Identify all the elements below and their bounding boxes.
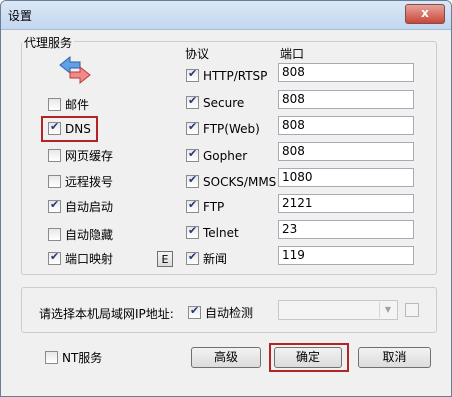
port-secure-field[interactable]: 808: [278, 90, 414, 109]
protocol-secure-checkbox[interactable]: Secure: [186, 94, 244, 111]
remote-dial-label: 远程拨号: [65, 175, 114, 189]
chevron-down-icon: ▼: [379, 302, 396, 318]
protocol-gopher-box: [186, 147, 199, 162]
port-header: 端口: [280, 47, 305, 61]
protocol-ftpweb-label: FTP(Web): [203, 121, 260, 136]
protocol-http-checkbox[interactable]: HTTP/RTSP: [186, 67, 267, 84]
auto-start-label: 自动启动: [65, 200, 114, 214]
dns-highlight: [41, 116, 98, 142]
auto-hide-box: [48, 228, 61, 241]
auto-detect-checkbox[interactable]: 自动检测: [188, 304, 253, 321]
auto-hide-label: 自动隐藏: [65, 228, 114, 242]
protocol-secure-box: [186, 94, 199, 109]
protocol-telnet-label: Telnet: [203, 225, 239, 240]
protocol-telnet-box: [186, 224, 199, 239]
remote-dial-box: [48, 175, 61, 188]
protocol-http-box: [186, 67, 199, 82]
mail-box: [48, 98, 61, 111]
auto-detect-box: [188, 304, 201, 319]
port-gopher-field[interactable]: 808: [278, 142, 414, 161]
protocol-news-checkbox[interactable]: 新闻: [186, 250, 227, 267]
mail-checkbox[interactable]: 邮件: [48, 96, 89, 113]
lan-ip-label: 请选择本机局域网IP地址:: [39, 307, 174, 321]
protocol-socks-label: SOCKS/MMS: [203, 174, 277, 189]
web-cache-box: [48, 149, 61, 162]
protocol-ftpweb-checkbox[interactable]: FTP(Web): [186, 120, 260, 137]
port-ftpweb-field[interactable]: 808: [278, 116, 414, 135]
web-cache-checkbox[interactable]: 网页缓存: [48, 147, 113, 164]
protocol-gopher-checkbox[interactable]: Gopher: [186, 147, 247, 164]
nt-service-label: NT服务: [62, 351, 103, 365]
network-arrows-icon: [59, 55, 91, 85]
protocol-http-label: HTTP/RTSP: [203, 68, 268, 83]
ok-button[interactable]: 确定: [274, 347, 342, 368]
protocol-ftp-box: [186, 198, 199, 213]
cancel-button[interactable]: 取消: [358, 347, 431, 368]
lan-ip-extra-checkbox[interactable]: [405, 303, 419, 317]
port-news-field[interactable]: 119: [278, 246, 414, 265]
protocol-ftp-label: FTP: [203, 199, 225, 214]
port-mapping-edit-button[interactable]: E: [157, 251, 173, 267]
settings-dialog: 设置 x 代理服务 邮件 DNS 网页缓存 远程拨号 自动启动 自动隐藏 端口映…: [0, 0, 452, 397]
close-icon: x: [421, 6, 429, 20]
close-button[interactable]: x: [405, 4, 445, 24]
protocol-news-box: [186, 250, 199, 265]
protocol-ftpweb-box: [186, 120, 199, 135]
auto-hide-checkbox[interactable]: 自动隐藏: [48, 226, 113, 243]
protocol-gopher-label: Gopher: [203, 148, 248, 163]
title-bar: 设置 x: [1, 1, 451, 30]
port-socks-field[interactable]: 1080: [278, 168, 414, 187]
auto-start-checkbox[interactable]: 自动启动: [48, 198, 113, 215]
protocol-ftp-checkbox[interactable]: FTP: [186, 198, 224, 215]
web-cache-label: 网页缓存: [65, 149, 114, 163]
nt-service-box: [45, 351, 58, 364]
auto-detect-label: 自动检测: [205, 306, 254, 320]
port-mapping-checkbox[interactable]: 端口映射: [48, 250, 113, 267]
port-telnet-field[interactable]: 23: [278, 220, 414, 239]
nt-service-checkbox[interactable]: NT服务: [45, 349, 102, 366]
protocol-socks-checkbox[interactable]: SOCKS/MMS: [186, 173, 276, 190]
port-mapping-box: [48, 250, 61, 265]
protocol-secure-label: Secure: [203, 95, 245, 110]
mail-label: 邮件: [65, 98, 90, 112]
port-mapping-label: 端口映射: [65, 252, 114, 266]
auto-start-box: [48, 198, 61, 213]
proxy-group-label: 代理服务: [22, 34, 75, 51]
advanced-button[interactable]: 高级: [191, 347, 261, 368]
remote-dial-checkbox[interactable]: 远程拨号: [48, 173, 113, 190]
protocol-header: 协议: [185, 47, 210, 61]
port-ftp-field[interactable]: 2121: [278, 194, 414, 213]
port-http-field[interactable]: 808: [278, 63, 414, 82]
lan-ip-select[interactable]: ▼: [278, 300, 398, 320]
protocol-news-label: 新闻: [203, 252, 228, 266]
protocol-telnet-checkbox[interactable]: Telnet: [186, 224, 239, 241]
window-title: 设置: [8, 9, 33, 23]
protocol-socks-box: [186, 173, 199, 188]
